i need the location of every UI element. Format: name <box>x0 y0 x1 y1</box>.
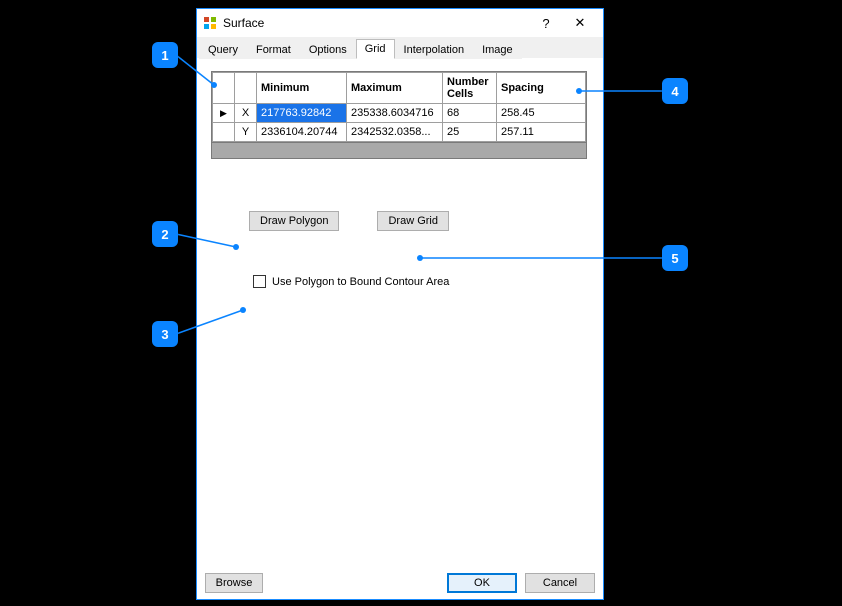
cell-y-spacing[interactable]: 257.11 <box>497 123 586 142</box>
tab-format[interactable]: Format <box>247 40 300 59</box>
tab-content: Minimum Maximum Number Cells Spacing ▶ X… <box>197 59 603 288</box>
draw-polygon-button[interactable]: Draw Polygon <box>249 211 339 231</box>
help-button[interactable]: ? <box>529 12 563 34</box>
titlebar: Surface ? ✕ <box>197 9 603 37</box>
callout-4: 4 <box>662 78 688 104</box>
draw-grid-button[interactable]: Draw Grid <box>377 211 449 231</box>
col-spacing[interactable]: Spacing <box>497 73 586 104</box>
axis-cell: Y <box>235 123 257 142</box>
surface-dialog: Surface ? ✕ Query Format Options Grid In… <box>196 8 604 600</box>
cell-x-min[interactable]: 217763.92842 <box>257 104 347 123</box>
bound-contour-label: Use Polygon to Bound Contour Area <box>272 276 449 288</box>
window-title: Surface <box>223 16 264 30</box>
tab-grid[interactable]: Grid <box>356 39 395 59</box>
draw-buttons-row: Draw Polygon Draw Grid <box>211 211 589 231</box>
table-row[interactable]: ▶ X 217763.92842 235338.6034716 68 258.4… <box>213 104 586 123</box>
row-selector-header <box>213 73 235 104</box>
bound-contour-row: Use Polygon to Bound Contour Area <box>211 275 589 288</box>
grid-extents-table[interactable]: Minimum Maximum Number Cells Spacing ▶ X… <box>211 71 587 159</box>
callout-1: 1 <box>152 42 178 68</box>
tab-strip: Query Format Options Grid Interpolation … <box>197 37 603 59</box>
cell-y-min[interactable]: 2336104.20744 <box>257 123 347 142</box>
ok-button[interactable]: OK <box>447 573 517 593</box>
row-marker-icon: ▶ <box>213 104 235 123</box>
col-minimum[interactable]: Minimum <box>257 73 347 104</box>
browse-button[interactable]: Browse <box>205 573 263 593</box>
close-button[interactable]: ✕ <box>563 12 597 34</box>
callout-5: 5 <box>662 245 688 271</box>
cell-y-cells[interactable]: 25 <box>443 123 497 142</box>
cell-x-cells[interactable]: 68 <box>443 104 497 123</box>
cell-x-max[interactable]: 235338.6034716 <box>347 104 443 123</box>
callout-3: 3 <box>152 321 178 347</box>
cell-x-spacing[interactable]: 258.45 <box>497 104 586 123</box>
table-header-row: Minimum Maximum Number Cells Spacing <box>213 73 586 104</box>
cell-y-max[interactable]: 2342532.0358... <box>347 123 443 142</box>
callout-2: 2 <box>152 221 178 247</box>
col-maximum[interactable]: Maximum <box>347 73 443 104</box>
tab-query[interactable]: Query <box>199 40 247 59</box>
tab-interpolation[interactable]: Interpolation <box>395 40 474 59</box>
row-marker-empty <box>213 123 235 142</box>
grid-footer-strip <box>212 142 586 158</box>
cancel-button[interactable]: Cancel <box>525 573 595 593</box>
app-icon <box>203 16 217 30</box>
tab-options[interactable]: Options <box>300 40 356 59</box>
table-row[interactable]: Y 2336104.20744 2342532.0358... 25 257.1… <box>213 123 586 142</box>
tab-image[interactable]: Image <box>473 40 522 59</box>
bound-contour-checkbox[interactable] <box>253 275 266 288</box>
col-number-cells[interactable]: Number Cells <box>443 73 497 104</box>
axis-header <box>235 73 257 104</box>
axis-cell: X <box>235 104 257 123</box>
dialog-bottom-bar: Browse OK Cancel <box>205 573 595 593</box>
